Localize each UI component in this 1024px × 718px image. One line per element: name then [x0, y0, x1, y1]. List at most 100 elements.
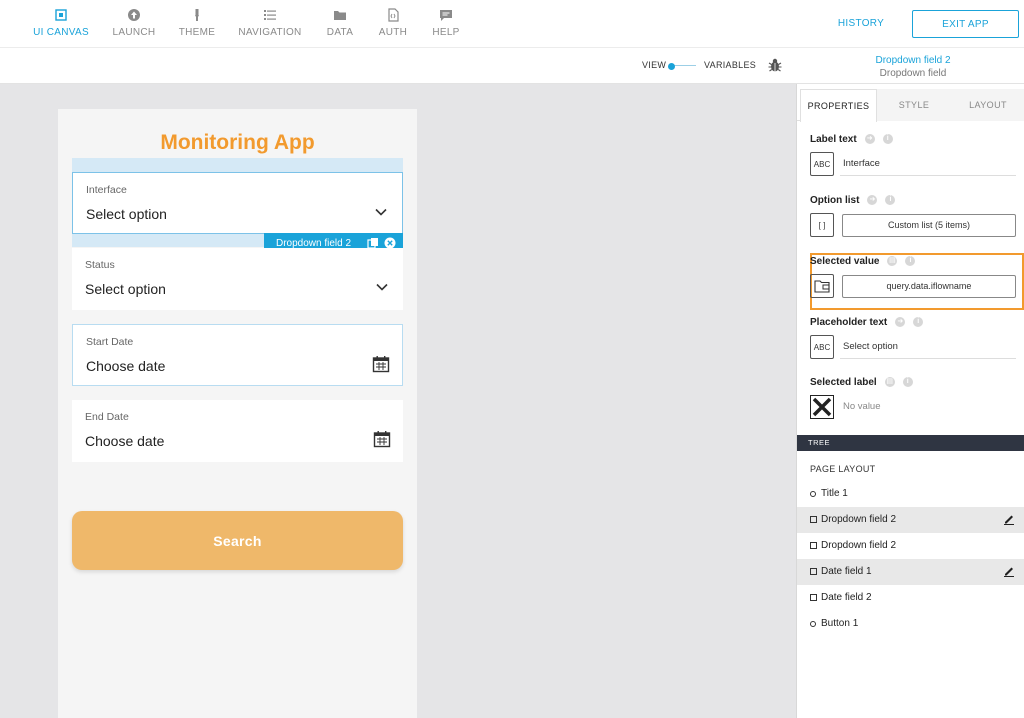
- calendar-icon: [372, 356, 390, 373]
- no-value-icon[interactable]: [810, 395, 834, 419]
- circle-icon: [810, 491, 816, 497]
- search-button[interactable]: Search: [72, 511, 403, 570]
- tree-item-dropdown-field-2[interactable]: Dropdown field 2: [797, 507, 1024, 533]
- input-underline: [840, 175, 1016, 176]
- tree-item-dropdown-field-2[interactable]: Dropdown field 2: [797, 533, 1024, 559]
- selected-value-binding[interactable]: query.data.iflowname: [842, 275, 1016, 298]
- info-icon[interactable]: i: [905, 256, 916, 266]
- property-title: Placeholder text: [810, 316, 888, 328]
- property-title: Selected value: [810, 255, 880, 267]
- end-date-field[interactable]: End Date Choose date: [72, 400, 403, 462]
- text-type-icon[interactable]: ABC: [810, 335, 834, 359]
- top-nav: UI CANVAS LAUNCH THEME NAVIGATION DATA A…: [0, 0, 1024, 48]
- edit-icon[interactable]: [1003, 565, 1015, 577]
- nav-label: DATA: [326, 27, 354, 38]
- list-icon: [264, 10, 276, 20]
- calendar-icon: [373, 431, 391, 448]
- circle-icon: [810, 621, 816, 627]
- selected-label-value: No value: [843, 401, 881, 412]
- data-binding-icon[interactable]: [810, 274, 834, 298]
- label-text-value[interactable]: Interface: [843, 158, 880, 169]
- tree-item-label: Dropdown field 2: [821, 540, 897, 551]
- storage-icon[interactable]: ▤: [887, 256, 898, 266]
- app-preview-screen: Monitoring App Interface Select option D…: [58, 109, 417, 718]
- nav-ui-canvas[interactable]: UI CANVAS: [26, 8, 96, 38]
- field-label: Status: [85, 259, 115, 271]
- nav-label: AUTH: [378, 27, 408, 38]
- toggle-track: [672, 65, 696, 66]
- info-icon[interactable]: i: [913, 317, 924, 327]
- selected-element-type: Dropdown field: [879, 68, 947, 79]
- square-icon: [810, 568, 817, 575]
- property-title: Option list: [810, 194, 860, 206]
- link-icon[interactable]: ➜: [864, 134, 875, 144]
- launch-icon: [128, 9, 140, 21]
- status-dropdown[interactable]: Status Select option: [72, 248, 403, 310]
- field-value: Choose date: [86, 358, 166, 374]
- storage-icon[interactable]: ▤: [884, 377, 895, 387]
- placeholder-text-property: Placeholder text ➜ i ABC Select option: [810, 315, 1018, 359]
- field-label: Interface: [86, 184, 127, 196]
- selection-band: [72, 158, 403, 172]
- tree-item-date-field-1[interactable]: Date field 1: [797, 559, 1024, 585]
- chat-icon: [440, 10, 452, 21]
- document-icon: [388, 8, 399, 22]
- chevron-down-icon: [375, 208, 387, 216]
- square-icon: [810, 516, 817, 523]
- option-list-button[interactable]: Custom list (5 items): [842, 214, 1016, 237]
- sub-toolbar: VIEW VARIABLES Dropdown field 2 Dropdown…: [0, 48, 1024, 84]
- view-label[interactable]: VIEW: [642, 60, 666, 70]
- info-icon[interactable]: i: [882, 134, 893, 144]
- exit-app-button[interactable]: EXIT APP: [912, 10, 1019, 38]
- property-title: Selected label: [810, 376, 877, 388]
- folder-icon: [814, 280, 830, 293]
- tree-item-label: Title 1: [821, 488, 848, 499]
- close-icon: [812, 397, 832, 417]
- interface-dropdown[interactable]: Interface Select option: [72, 172, 403, 234]
- field-value: Select option: [86, 206, 167, 222]
- square-icon: [810, 542, 817, 549]
- history-link[interactable]: HISTORY: [828, 18, 894, 29]
- tab-style[interactable]: STYLE: [877, 89, 951, 121]
- folder-icon: [334, 11, 346, 20]
- nav-label: HELP: [432, 27, 460, 38]
- selected-label-property: Selected label ▤ i No value: [810, 375, 1018, 419]
- bug-icon[interactable]: [767, 57, 783, 73]
- selection-band: [72, 233, 265, 247]
- tree-item-label: Dropdown field 2: [821, 514, 897, 525]
- text-type-icon[interactable]: ABC: [810, 152, 834, 176]
- page-layout-label: PAGE LAYOUT: [810, 464, 876, 474]
- toggle-knob: [668, 63, 675, 70]
- link-icon[interactable]: ➜: [867, 195, 878, 205]
- link-icon[interactable]: ➜: [895, 317, 906, 327]
- nav-theme[interactable]: THEME: [162, 8, 232, 38]
- option-list-property: Option list ➜ i [ ] Custom list (5 items…: [810, 193, 1018, 237]
- nav-label: NAVIGATION: [238, 27, 302, 38]
- tree-item-label: Date field 2: [821, 592, 872, 603]
- info-icon[interactable]: i: [885, 195, 896, 205]
- tree-item-date-field-2[interactable]: Date field 2: [797, 585, 1024, 611]
- label-text-property: Label text ➜ i ABC Interface: [810, 132, 1018, 176]
- tab-layout[interactable]: LAYOUT: [951, 89, 1024, 121]
- tree-item-button-1[interactable]: Button 1: [797, 611, 1024, 637]
- edit-icon[interactable]: [1003, 513, 1015, 525]
- list-type-icon[interactable]: [ ]: [810, 213, 834, 237]
- tree-item-title-1[interactable]: Title 1: [797, 481, 1024, 507]
- nav-help[interactable]: HELP: [411, 8, 481, 38]
- start-date-field[interactable]: Start Date Choose date: [72, 324, 403, 386]
- variables-label[interactable]: VARIABLES: [704, 60, 756, 70]
- field-value: Choose date: [85, 433, 165, 449]
- selected-value-property: Selected value ▤ i query.data.iflowname: [810, 254, 1018, 298]
- view-variables-toggle[interactable]: [668, 63, 696, 70]
- chevron-down-icon: [376, 283, 388, 291]
- input-underline: [840, 358, 1016, 359]
- tab-properties[interactable]: PROPERTIES: [800, 89, 877, 122]
- placeholder-text-value[interactable]: Select option: [843, 341, 898, 352]
- info-icon[interactable]: i: [902, 377, 913, 387]
- panel-tabs: PROPERTIES STYLE LAYOUT: [797, 89, 1024, 122]
- nav-navigation[interactable]: NAVIGATION: [235, 8, 305, 38]
- field-value: Select option: [85, 281, 166, 297]
- app-title[interactable]: Monitoring App: [58, 131, 417, 155]
- ui-canvas[interactable]: Monitoring App Interface Select option D…: [0, 84, 796, 718]
- nav-launch[interactable]: LAUNCH: [99, 8, 169, 38]
